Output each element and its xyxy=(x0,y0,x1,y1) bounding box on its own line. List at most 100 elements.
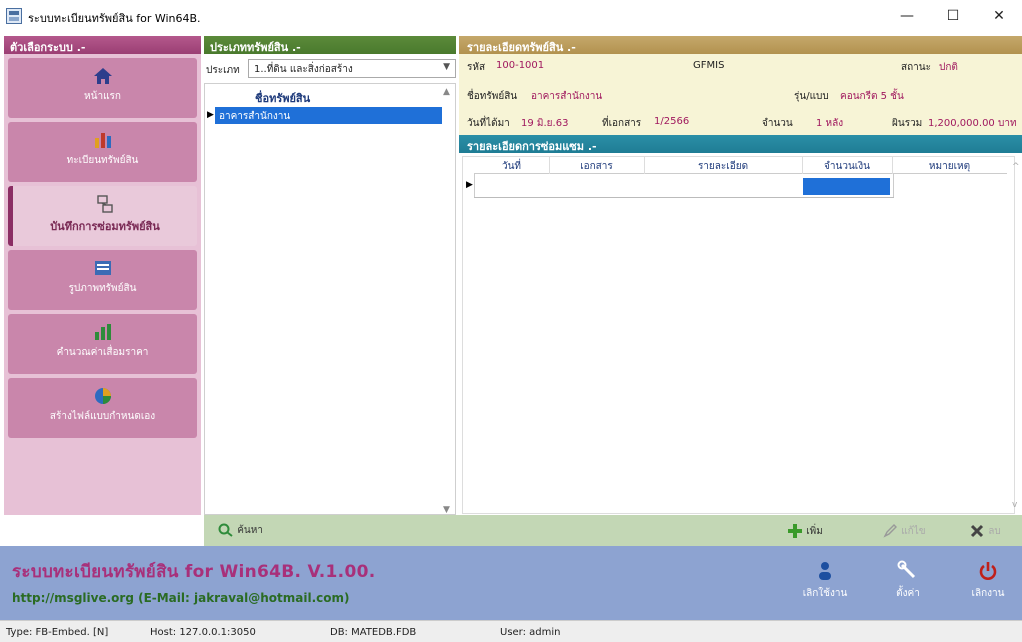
menu-item-custom-file[interactable]: สร้างไฟล์แบบกำหนดเอง xyxy=(8,378,197,438)
bar-chart-icon xyxy=(94,133,111,148)
detail-panel: รหัส 100-1001 GFMIS สถานะ ปกติ ชื่อทรัพย… xyxy=(459,54,1022,135)
add-button[interactable]: เพิ่ม xyxy=(787,523,823,539)
delete-label: ลบ xyxy=(988,526,1001,537)
search-button[interactable]: ค้นหา xyxy=(218,523,263,538)
code-value: 100-1001 xyxy=(496,60,545,71)
add-label: เพิ่ม xyxy=(806,526,823,537)
wrench-icon xyxy=(897,560,916,579)
home-icon xyxy=(93,68,112,84)
search-icon xyxy=(218,523,233,537)
grid-header-row: วันที่ เอกสาร รายละเอียด จำนวนเงิน หมายเ… xyxy=(474,156,1007,174)
exit-label: เลิกงาน xyxy=(971,588,1005,599)
repair-doc-icon xyxy=(97,195,113,213)
menu-item-label: บันทึกการซ่อมทรัพย์สิน xyxy=(50,220,160,233)
action-bar: เพิ่ม แก้ไข ลบ xyxy=(459,515,1022,546)
category-select[interactable]: 1..ที่ดิน และสิ่งก่อสร้าง ▼ xyxy=(248,59,456,78)
app-title: ระบบทะเบียนทรัพย์สิน for Win64B. V.1.00. xyxy=(12,562,376,582)
contact-url: http://msglive.org (E-Mail: jakraval@hot… xyxy=(12,591,350,605)
maximize-button[interactable]: ☐ xyxy=(930,0,976,33)
doc-label: ที่เอกสาร xyxy=(602,118,642,129)
repair-header: รายละเอียดการซ่อมแซม .- xyxy=(459,135,1022,153)
minimize-button[interactable]: — xyxy=(884,0,930,33)
qty-label: จำนวน xyxy=(762,118,793,129)
column-header-details[interactable]: รายละเอียด xyxy=(644,159,802,174)
status-bar: Type: FB-Embed. [N] Host: 127.0.0.1:3050… xyxy=(0,620,1022,642)
detail-header: รายละเอียดทรัพย์สิน .- xyxy=(459,36,1022,54)
scroll-up-icon[interactable]: ▲ xyxy=(443,87,450,97)
menu-item-register[interactable]: ทะเบียนทรัพย์สิน xyxy=(8,122,197,182)
column-header-document[interactable]: เอกสาร xyxy=(549,159,644,174)
delete-button[interactable]: ลบ xyxy=(969,523,1001,539)
menu-item-label: หน้าแรก xyxy=(84,91,121,102)
date-value: 19 มิ.ย.63 xyxy=(521,118,569,129)
scroll-down-icon[interactable]: ▼ xyxy=(443,505,450,515)
name-label: ชื่อทรัพย์สิน xyxy=(467,91,518,102)
column-header-amount[interactable]: จำนวนเงิน xyxy=(802,159,892,174)
menu-header: ตัวเลือกระบบ .- xyxy=(4,36,201,54)
menu-item-home[interactable]: หน้าแรก xyxy=(8,58,197,118)
menu-item-repair[interactable]: บันทึกการซ่อมทรัพย์สิน xyxy=(8,186,197,246)
left-menu: หน้าแรก ทะเบียนทรัพย์สิน บันทึกการซ่อมทร… xyxy=(4,54,201,515)
logout-label: เลิกใช้งาน xyxy=(802,588,848,599)
status-host: Host: 127.0.0.1:3050 xyxy=(150,627,256,638)
column-header-date[interactable]: วันที่ xyxy=(474,159,549,174)
total-label: ผินรวม xyxy=(892,118,923,129)
settings-label: ตั้งค่า xyxy=(896,588,920,599)
code-label: รหัส xyxy=(467,62,486,73)
menu-item-label: รูปภาพทรัพย์สิน xyxy=(68,283,137,294)
pencil-icon xyxy=(883,524,897,538)
asset-tree[interactable] xyxy=(204,83,456,515)
settings-button[interactable]: ตั้งค่า xyxy=(873,560,943,601)
menu-item-label: ทะเบียนทรัพย์สิน xyxy=(66,155,139,166)
pie-chart-icon xyxy=(94,388,111,404)
edit-button[interactable]: แก้ไข xyxy=(882,523,926,539)
category-label: ประเภท xyxy=(206,65,240,76)
date-label: วันที่ได้มา xyxy=(467,118,510,129)
exit-button[interactable]: เลิกงาน xyxy=(953,560,1022,601)
grid-line xyxy=(893,174,894,197)
row-pointer-icon: ▶ xyxy=(207,110,214,120)
chevron-down-icon: ▼ xyxy=(443,62,450,72)
grid-line xyxy=(474,197,894,198)
menu-item-depreciation[interactable]: คำนวณค่าเสื่อมราคา xyxy=(8,314,197,374)
tree-column-header: ชื่อทรัพย์สิน xyxy=(255,92,311,105)
logout-button[interactable]: เลิกใช้งาน xyxy=(790,560,860,601)
status-db: DB: MATEDB.FDB xyxy=(330,627,417,638)
search-bar: ค้นหา xyxy=(204,515,459,546)
user-icon xyxy=(819,562,831,580)
menu-item-label: คำนวณค่าเสื่อมราคา xyxy=(56,347,149,358)
status-label: สถานะ xyxy=(901,62,931,73)
model-label: รุ่น/แบบ xyxy=(794,91,829,102)
doc-value: 1/2566 xyxy=(654,116,690,127)
repair-grid[interactable] xyxy=(462,156,1015,514)
edit-label: แก้ไข xyxy=(901,526,926,537)
search-label: ค้นหา xyxy=(237,525,263,536)
column-header-remarks[interactable]: หมายเหตุ xyxy=(892,159,1007,174)
qty-value: 1 หลัง xyxy=(816,118,844,129)
selected-cell[interactable] xyxy=(803,178,890,195)
name-value: อาคารสำนักงาน xyxy=(531,91,603,102)
status-user: User: admin xyxy=(500,627,561,638)
gfmis-label: GFMIS xyxy=(693,60,725,71)
total-value: 1,200,000.00 บาท xyxy=(928,118,1017,129)
delete-x-icon xyxy=(970,524,984,538)
news-image-icon xyxy=(94,261,111,275)
category-selected: 1..ที่ดิน และสิ่งก่อสร้าง xyxy=(254,64,353,75)
close-button[interactable]: ✕ xyxy=(976,0,1022,33)
status-value: ปกติ xyxy=(939,62,958,73)
window-title: ระบบทะเบียนทรัพย์สิน for Win64B. xyxy=(28,12,201,25)
calc-chart-icon xyxy=(94,324,111,340)
power-icon xyxy=(979,562,997,580)
status-type: Type: FB-Embed. [N] xyxy=(6,627,109,638)
scroll-down-icon[interactable]: v xyxy=(1012,500,1017,510)
row-pointer-icon: ▶ xyxy=(466,180,473,190)
app-icon xyxy=(6,8,22,24)
tree-item[interactable]: อาคารสำนักงาน xyxy=(215,107,442,124)
model-value: คอนกรีต 5 ชั้น xyxy=(840,91,904,102)
menu-item-label: สร้างไฟล์แบบกำหนดเอง xyxy=(49,411,156,422)
grid-line xyxy=(474,174,475,197)
scroll-up-icon[interactable]: ^ xyxy=(1012,162,1020,172)
category-header: ประเภททรัพย์สิน .- xyxy=(204,36,456,54)
menu-item-images[interactable]: รูปภาพทรัพย์สิน xyxy=(8,250,197,310)
plus-icon xyxy=(788,524,802,538)
